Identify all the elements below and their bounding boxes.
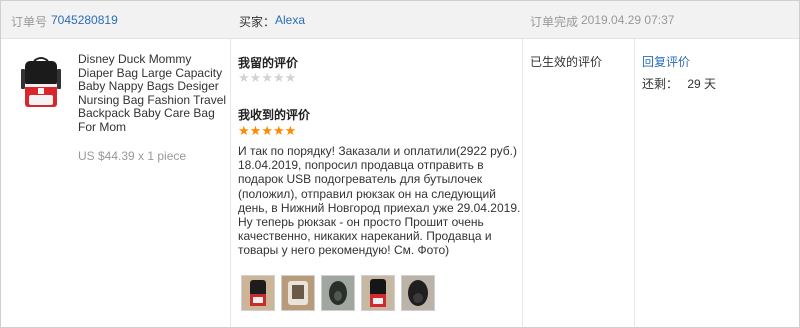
column-divider [522,39,523,327]
my-review-stars: ★★★★★ [238,71,296,84]
star-empty-icon: ★ [249,70,262,85]
star-filled-icon: ★ [261,123,273,138]
review-text: И так по порядку! Заказали и оплатили(29… [238,144,521,258]
column-divider [230,39,231,327]
buyer-name[interactable]: Alexa [275,13,305,27]
star-filled-icon: ★ [249,123,262,138]
star-empty-icon: ★ [272,70,285,85]
backpack-icon [21,57,61,107]
product-price: US $44.39 x 1 piece [78,149,187,163]
review-photo[interactable] [321,275,355,311]
reply-review-link[interactable]: 回复评价 [642,53,690,70]
star-filled-icon: ★ [272,123,285,138]
order-review-panel: 订单号 7045280819 买家： Alexa 订单完成 2019.04.29… [0,0,800,328]
star-filled-icon: ★ [284,123,297,138]
star-empty-icon: ★ [238,70,250,85]
star-empty-icon: ★ [284,70,297,85]
review-valid-status: 已生效的评价 [530,55,603,69]
star-empty-icon: ★ [261,70,273,85]
order-number-label: 订单号 [11,15,48,29]
remaining-label: 还剩： [642,77,679,91]
review-photo[interactable] [361,275,395,311]
review-photo[interactable] [281,275,315,311]
order-completed-label: 订单完成 [530,15,579,29]
received-review-stars: ★★★★★ [238,124,296,137]
star-filled-icon: ★ [238,123,250,138]
product-title[interactable]: Disney Duck Mommy Diaper Bag Large Capac… [78,52,228,135]
backpack-photo-icon [322,276,354,310]
backpack-photo-icon [362,276,394,310]
my-review-title: 我留的评价 [238,56,299,70]
remaining-value: 29 天 [687,77,717,91]
order-completed-time: 2019.04.29 07:37 [581,13,675,27]
backpack-photo-icon [282,276,314,310]
remaining-days: 还剩： 29 天 [642,75,716,92]
buyer-label: 买家： [239,15,276,29]
column-divider [634,39,635,327]
order-number-link[interactable]: 7045280819 [51,13,118,27]
review-photo[interactable] [241,275,275,311]
backpack-photo-icon [402,276,434,310]
product-thumbnail[interactable] [15,55,67,111]
order-header: 订单号 7045280819 买家： Alexa 订单完成 2019.04.29… [1,1,799,39]
received-review-title: 我收到的评价 [238,108,311,122]
backpack-photo-icon [242,276,274,310]
review-photo[interactable] [401,275,435,311]
